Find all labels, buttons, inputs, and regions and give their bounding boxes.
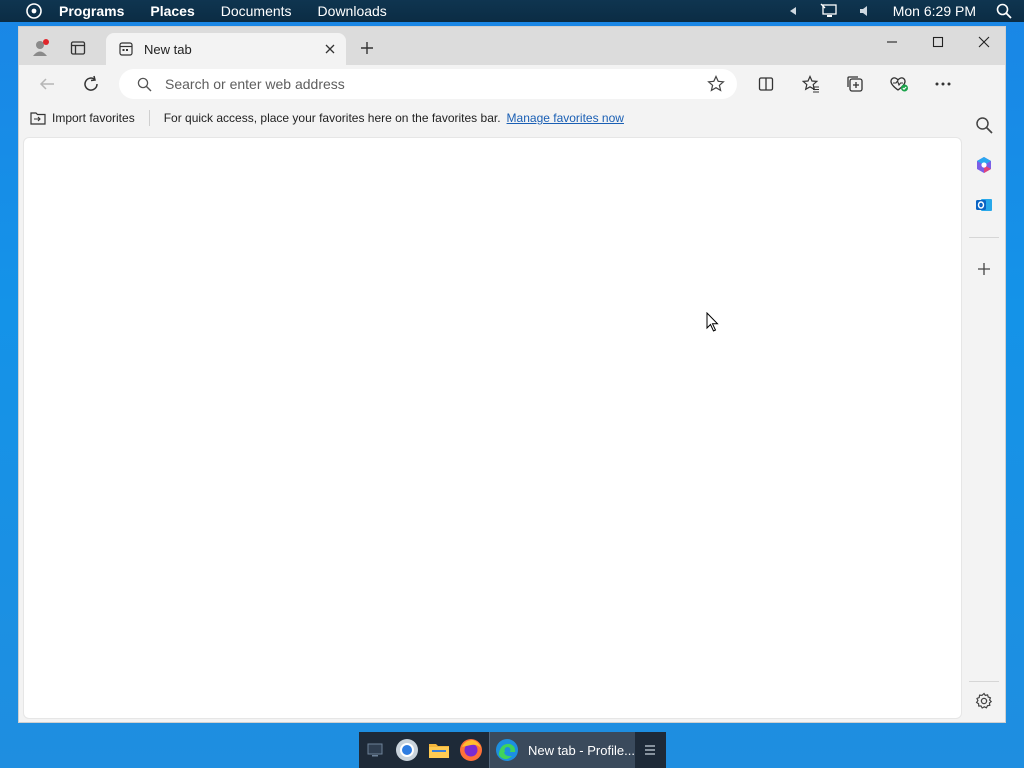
menu-downloads[interactable]: Downloads	[318, 0, 387, 22]
mouse-cursor-icon	[706, 311, 720, 337]
import-favorites-button[interactable]: Import favorites	[30, 111, 135, 125]
tab-title: New tab	[144, 41, 192, 57]
sidebar-search-icon[interactable]	[970, 111, 998, 139]
browser-essentials-icon[interactable]	[883, 70, 915, 98]
taskbar-firefox-icon[interactable]	[455, 732, 487, 768]
clock[interactable]: Mon 6:29 PM	[893, 0, 976, 22]
favorites-bar: Import favorites For quick access, place…	[19, 103, 963, 133]
favorites-message: For quick access, place your favorites h…	[163, 111, 501, 125]
toolbar	[19, 65, 1005, 103]
right-sidebar	[963, 65, 1005, 720]
search-icon[interactable]	[990, 0, 1018, 22]
network-icon[interactable]	[811, 0, 847, 22]
sidebar-bottom-divider	[969, 681, 999, 682]
split-screen-icon[interactable]	[750, 70, 782, 98]
title-bar: New tab	[19, 27, 1005, 65]
refresh-icon[interactable]	[75, 70, 107, 98]
system-logo-icon[interactable]	[25, 2, 43, 20]
close-tab-icon[interactable]	[318, 37, 342, 61]
manage-favorites-link[interactable]: Manage favorites now	[507, 111, 624, 125]
new-tab-button[interactable]	[353, 34, 381, 62]
taskbar-menu-icon[interactable]	[637, 732, 663, 768]
address-input[interactable]	[165, 76, 685, 92]
browser-window: New tab Search or enter web address Impo…	[18, 26, 1006, 723]
tab-actions-icon[interactable]	[64, 34, 92, 62]
import-favorites-label: Import favorites	[52, 111, 135, 125]
more-options-icon[interactable]	[927, 70, 959, 98]
collections-icon[interactable]	[839, 70, 871, 98]
taskbar-window-edge[interactable]: New tab - Profile...	[489, 732, 635, 768]
favorite-star-icon[interactable]	[707, 75, 725, 93]
sidebar-add-icon[interactable]	[970, 255, 998, 283]
taskbar-files-folder-icon[interactable]	[423, 732, 455, 768]
top-panel: Programs Places Documents Downloads Mon …	[0, 0, 1024, 22]
taskbar-window-label: New tab - Profile...	[528, 742, 635, 758]
sidebar-settings-gear-icon[interactable]	[970, 687, 998, 715]
system-tray: Mon 6:29 PM	[775, 0, 1024, 22]
taskbar-chrome-icon[interactable]	[391, 732, 423, 768]
favorites-divider	[148, 110, 150, 126]
close-window-button[interactable]	[961, 27, 1007, 57]
menu-documents[interactable]: Documents	[221, 0, 292, 22]
taskbar-desktop-icon[interactable]	[359, 732, 391, 768]
back-arrow-icon[interactable]	[31, 70, 63, 98]
menu-programs[interactable]: Programs	[59, 0, 124, 22]
taskbar: New tab - Profile...	[359, 732, 666, 768]
tab-new-tab[interactable]: New tab	[106, 33, 346, 65]
top-menu: Programs Places Documents Downloads	[59, 0, 413, 22]
new-tab-page-icon	[118, 41, 134, 57]
sidebar-divider	[969, 237, 999, 238]
import-folder-icon	[30, 112, 46, 125]
maximize-button[interactable]	[915, 27, 961, 57]
sidebar-outlook-icon[interactable]	[970, 191, 998, 219]
sidebar-microsoft365-icon[interactable]	[970, 151, 998, 179]
address-bar[interactable]	[119, 69, 737, 99]
minimize-button[interactable]	[869, 27, 915, 57]
favorites-icon[interactable]	[795, 70, 827, 98]
address-search-icon	[135, 75, 153, 93]
menu-places[interactable]: Places	[150, 0, 194, 22]
profile-avatar-icon[interactable]	[27, 34, 55, 62]
edge-browser-icon	[494, 737, 520, 763]
tray-arrow-icon[interactable]	[775, 0, 811, 22]
volume-icon[interactable]	[847, 0, 883, 22]
page-content[interactable]	[23, 137, 962, 719]
